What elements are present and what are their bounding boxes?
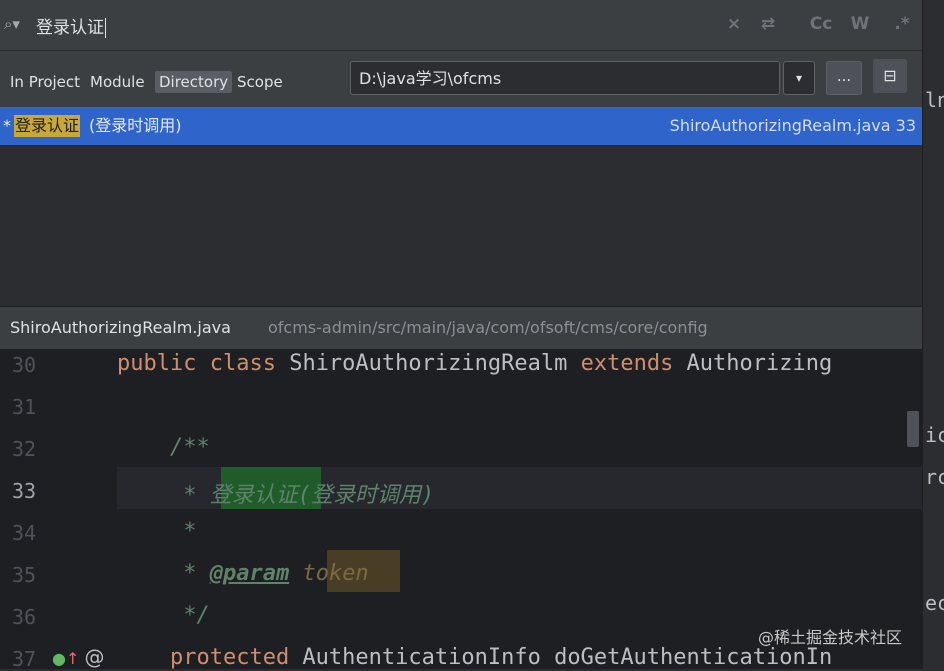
search-bar: ⌕▾ 登录认证 × ⇄ Cc W .* <box>0 0 922 51</box>
clipped-text: ic <box>925 423 944 447</box>
preview-file-path: ofcms-admin/src/main/java/com/ofsoft/cms… <box>268 318 708 337</box>
directory-field[interactable]: D:\java学习\ofcms <box>350 61 780 95</box>
override-up-icon[interactable]: ↑ <box>66 649 79 668</box>
clear-search-button[interactable]: × <box>722 12 746 36</box>
background-editor-strip: ln ic rc ec <box>922 0 944 669</box>
code-line-32: /** <box>117 435 210 460</box>
line-number: 32 <box>12 437 37 461</box>
regex-button[interactable]: .* <box>890 12 914 36</box>
doc-star: * <box>117 483 210 508</box>
code-line-33: * 登录认证(登录时调用) <box>117 477 434 509</box>
doc-param-name: token <box>302 561 369 586</box>
annotation-icon[interactable]: @ <box>84 645 104 669</box>
code-preview[interactable]: 30 31 32 33 34 35 36 37 public class Shi… <box>0 349 922 671</box>
line-number: 35 <box>12 563 37 587</box>
directory-tree-icon[interactable]: ⊟ <box>873 59 907 93</box>
line-number: 37 <box>12 647 37 671</box>
line-number-current: 33 <box>12 479 37 503</box>
implementation-icon[interactable]: ● <box>52 649 66 668</box>
watermark: @稀土掘金技术社区 <box>758 628 903 647</box>
result-row[interactable]: * 登录认证 (登录时调用) ShiroAuthorizingRealm.jav… <box>0 107 922 145</box>
result-match-highlight: 登录认证 <box>14 115 81 137</box>
method-signature: AuthenticationInfo doGetAuthenticationIn <box>289 645 833 670</box>
clipped-text: ln <box>925 88 944 112</box>
search-icon[interactable]: ⌕▾ <box>4 15 26 35</box>
text-caret <box>105 18 106 38</box>
replace-toggle-button[interactable]: ⇄ <box>756 12 780 36</box>
result-text: (登录时调用) <box>89 116 182 135</box>
code-line-37: protected AuthenticationInfo doGetAuthen… <box>117 645 832 670</box>
code-line-34: * <box>117 519 197 544</box>
result-star: * <box>3 116 11 135</box>
keyword: protected <box>117 645 290 670</box>
browse-button[interactable]: ... <box>826 61 862 95</box>
gutter-icons[interactable]: ●↑ @ <box>52 645 104 669</box>
line-number: 34 <box>12 521 37 545</box>
whole-words-button[interactable]: W <box>848 12 872 36</box>
line-number: 36 <box>12 605 37 629</box>
search-input[interactable]: 登录认证 <box>36 13 106 38</box>
preview-file-name: ShiroAuthorizingRealm.java <box>10 318 231 337</box>
scope-scope-tab[interactable]: Scope <box>233 71 287 93</box>
scope-row: In Project Module Directory Scope D:\jav… <box>0 51 922 107</box>
clipped-text: rc <box>925 465 944 489</box>
clipped-text: ec <box>925 591 944 615</box>
keyword: extends <box>580 351 674 376</box>
doc-tag: @param <box>209 561 290 586</box>
match-case-button[interactable]: Cc <box>806 12 836 36</box>
scope-directory-tab[interactable]: Directory <box>155 71 233 93</box>
keyword: public class <box>117 351 276 376</box>
code-line-36: */ <box>117 603 210 628</box>
doc-star: * <box>117 561 210 586</box>
scrollbar-thumb[interactable] <box>907 411 919 447</box>
scope-module-tab[interactable]: Module <box>86 71 149 93</box>
line-number: 30 <box>12 353 37 377</box>
code-line-30: public class ShiroAuthorizingRealm exten… <box>117 351 832 376</box>
doc-rest: (登录时调用) <box>297 483 435 508</box>
results-list: * 登录认证 (登录时调用) ShiroAuthorizingRealm.jav… <box>0 107 922 305</box>
doc-match: 登录认证 <box>209 483 298 508</box>
preview-header: ShiroAuthorizingRealm.java ofcms-admin/s… <box>0 306 922 350</box>
chevron-down-icon[interactable]: ▾ <box>783 61 815 95</box>
class-name: ShiroAuthorizingRealm <box>275 351 581 376</box>
parent-class: Authorizing <box>673 351 833 376</box>
result-file-location: ShiroAuthorizingRealm.java 33 <box>669 116 916 135</box>
search-query-text: 登录认证 <box>36 18 104 38</box>
code-line-35: * @param token <box>117 561 369 586</box>
scope-in-project-tab[interactable]: In Project <box>6 71 84 93</box>
line-number: 31 <box>12 395 37 419</box>
